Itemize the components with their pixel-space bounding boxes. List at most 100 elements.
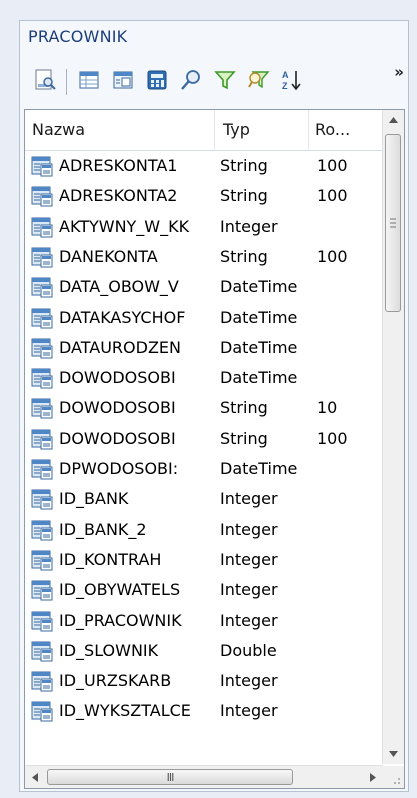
resize-grip-icon[interactable] (383, 766, 404, 788)
table-row[interactable]: ID_BANK Integer (25, 485, 383, 515)
horizontal-scroll-thumb[interactable]: III (47, 769, 293, 785)
scroll-up-arrow-icon[interactable] (383, 110, 404, 130)
field-icon (31, 519, 53, 541)
field-length: 100 (317, 186, 348, 206)
field-type: DateTime (220, 368, 298, 388)
field-type: String (220, 428, 268, 448)
table-icon[interactable] (74, 65, 104, 95)
field-length: 100 (317, 428, 348, 448)
field-icon (31, 488, 53, 510)
field-name: DOWODOSOBI (59, 368, 176, 388)
vertical-scroll-thumb[interactable] (385, 134, 401, 312)
field-name: ID_URZSKARB (59, 671, 172, 691)
field-type: Integer (220, 489, 278, 509)
field-length: 100 (317, 156, 348, 175)
toolbar: AZ » (24, 63, 406, 103)
fields-grid: Nazwa Typ Ro... ADRESKONTA1 String 100 ADRE… (24, 109, 405, 789)
scroll-right-arrow-icon[interactable] (363, 766, 383, 788)
table-row[interactable]: DOWODOSOBI String 100 (25, 425, 383, 455)
form-icon[interactable] (108, 65, 138, 95)
field-name: ID_OBYWATELS (59, 580, 181, 600)
field-icon (31, 610, 53, 632)
clear-filter-icon[interactable] (244, 65, 274, 95)
table-row[interactable]: ID_WYKSZTALCE Integer (25, 697, 383, 727)
field-type: String (220, 246, 268, 266)
field-type: DateTime (220, 277, 298, 297)
field-type: Integer (220, 701, 278, 721)
field-type: String (220, 186, 268, 206)
column-header-name[interactable]: Nazwa (32, 120, 85, 139)
preview-icon[interactable] (30, 65, 60, 95)
field-icon (31, 670, 53, 692)
field-icon (31, 276, 53, 298)
field-name: DANEKONTA (59, 246, 158, 266)
field-name: ID_WYKSZTALCE (59, 701, 191, 721)
field-type: Integer (220, 580, 278, 600)
field-name: DOWODOSOBI (59, 428, 176, 448)
field-name: AKTYWNY_W_KK (59, 216, 190, 236)
field-length: 10 (317, 398, 338, 418)
table-row[interactable]: DANEKONTA String 100 (25, 243, 383, 273)
table-row[interactable]: ADRESKONTA2 String 100 (25, 182, 383, 212)
field-icon (31, 155, 53, 177)
field-icon (31, 397, 53, 419)
toolbar-overflow-button[interactable]: » (394, 63, 404, 81)
field-name: ID_SLOWNIK (59, 640, 159, 660)
field-name: DPWODOSOBI: (59, 459, 179, 478)
field-name: ADRESKONTA1 (59, 156, 178, 175)
field-icon (31, 549, 53, 571)
horizontal-scrollbar[interactable]: III (25, 765, 383, 788)
field-type: Integer (220, 610, 278, 630)
field-type: Integer (220, 549, 278, 569)
field-type: String (220, 398, 268, 418)
filter-icon[interactable] (210, 65, 240, 95)
table-row[interactable]: DPWODOSOBI: DateTime (25, 455, 383, 485)
field-icon (31, 216, 53, 238)
panel-title: PRACOWNIK (28, 27, 128, 46)
field-name: ADRESKONTA2 (59, 186, 178, 206)
table-row[interactable]: DOWODOSOBI String 10 (25, 394, 383, 424)
sort-az-icon[interactable]: AZ (276, 65, 306, 95)
table-row[interactable]: DOWODOSOBI DateTime (25, 364, 383, 394)
field-icon (31, 185, 53, 207)
calculator-icon[interactable] (142, 65, 172, 95)
field-type: DateTime (220, 307, 298, 327)
field-type: DateTime (220, 459, 298, 478)
table-row[interactable]: ID_KONTRAH Integer (25, 546, 383, 576)
column-header-type[interactable]: Typ (223, 120, 250, 139)
field-name: DATA_OBOW_V (59, 277, 179, 297)
field-icon (31, 337, 53, 359)
scroll-down-arrow-icon[interactable] (383, 744, 404, 764)
table-row[interactable]: ADRESKONTA1 String 100 (25, 152, 383, 182)
field-type: Double (220, 640, 277, 660)
table-row[interactable]: ID_OBYWATELS Integer (25, 576, 383, 606)
grid-header: Nazwa Typ Ro... (25, 110, 383, 151)
field-type: Integer (220, 671, 278, 691)
vertical-scrollbar[interactable] (382, 110, 404, 764)
field-list-panel: PRACOWNIK AZ » Nazwa Typ Ro... ADRESKONT… (19, 20, 409, 792)
search-icon[interactable] (176, 65, 206, 95)
field-type: String (220, 156, 268, 175)
scroll-left-arrow-icon[interactable] (25, 766, 45, 788)
table-row[interactable]: DATA_OBOW_V DateTime (25, 273, 383, 303)
svg-text:A: A (282, 70, 289, 80)
table-row[interactable]: AKTYWNY_W_KK Integer (25, 213, 383, 243)
svg-text:Z: Z (282, 81, 288, 91)
table-row[interactable]: ID_SLOWNIK Double (25, 637, 383, 667)
column-header-length[interactable]: Ro... (315, 120, 350, 139)
field-name: ID_BANK (59, 489, 129, 509)
field-name: ID_PRACOWNIK (59, 610, 182, 630)
field-icon (31, 367, 53, 389)
table-row[interactable]: ID_URZSKARB Integer (25, 667, 383, 697)
field-name: DATAURODZEN (59, 337, 181, 357)
field-icon (31, 640, 53, 662)
field-name: ID_BANK_2 (59, 519, 147, 539)
table-row[interactable]: DATAKASYCHOF DateTime (25, 304, 383, 334)
field-icon (31, 458, 53, 480)
field-name: DATAKASYCHOF (59, 307, 186, 327)
table-row[interactable]: DATAURODZEN DateTime (25, 334, 383, 364)
table-row[interactable]: ID_BANK_2 Integer (25, 516, 383, 546)
field-type: Integer (220, 216, 278, 236)
table-row[interactable]: ID_PRACOWNIK Integer (25, 607, 383, 637)
field-type: DateTime (220, 337, 298, 357)
